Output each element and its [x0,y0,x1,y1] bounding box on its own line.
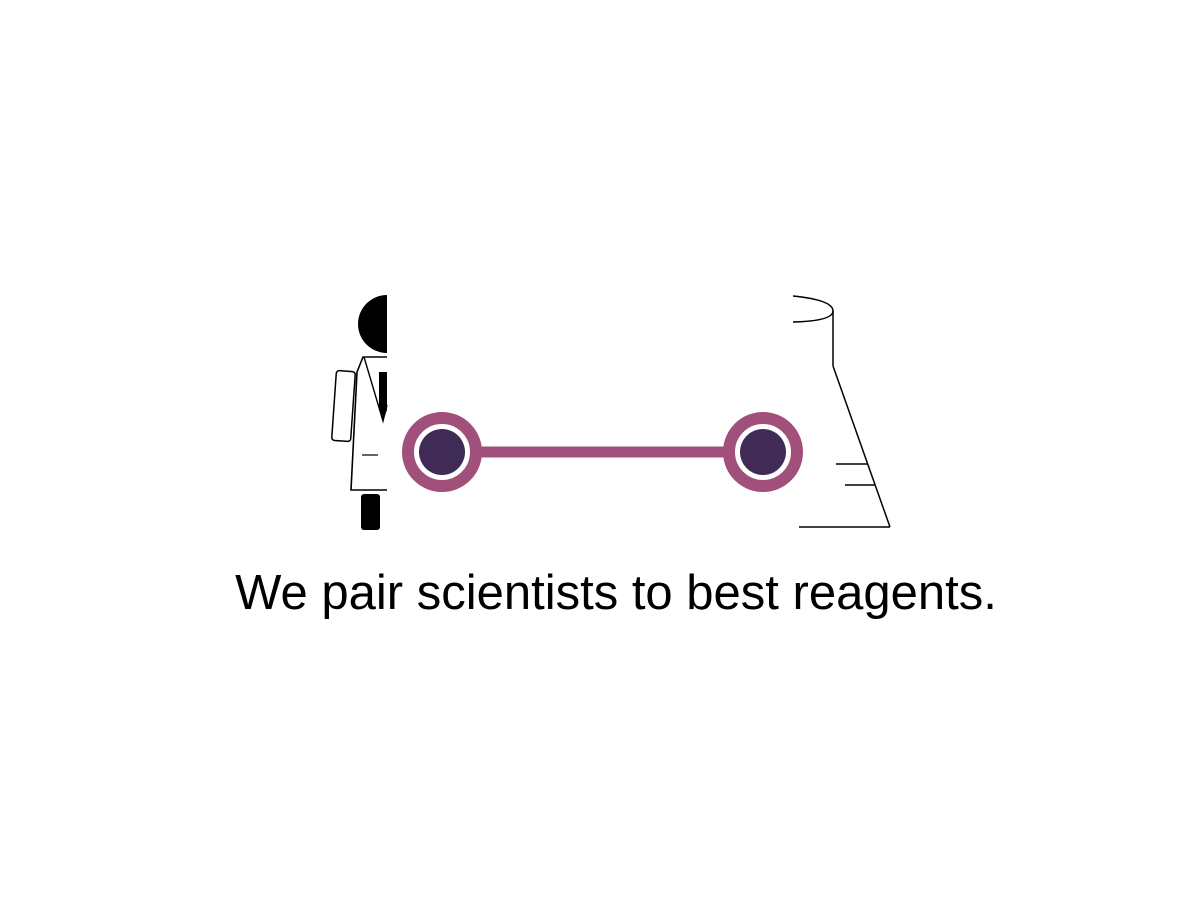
pairing-link-icon [402,412,803,492]
pairing-logo-graphic [331,295,891,530]
flask-icon [792,295,891,528]
scientist-icon [331,295,388,530]
tagline: We pair scientists to best reagents. [235,566,997,620]
